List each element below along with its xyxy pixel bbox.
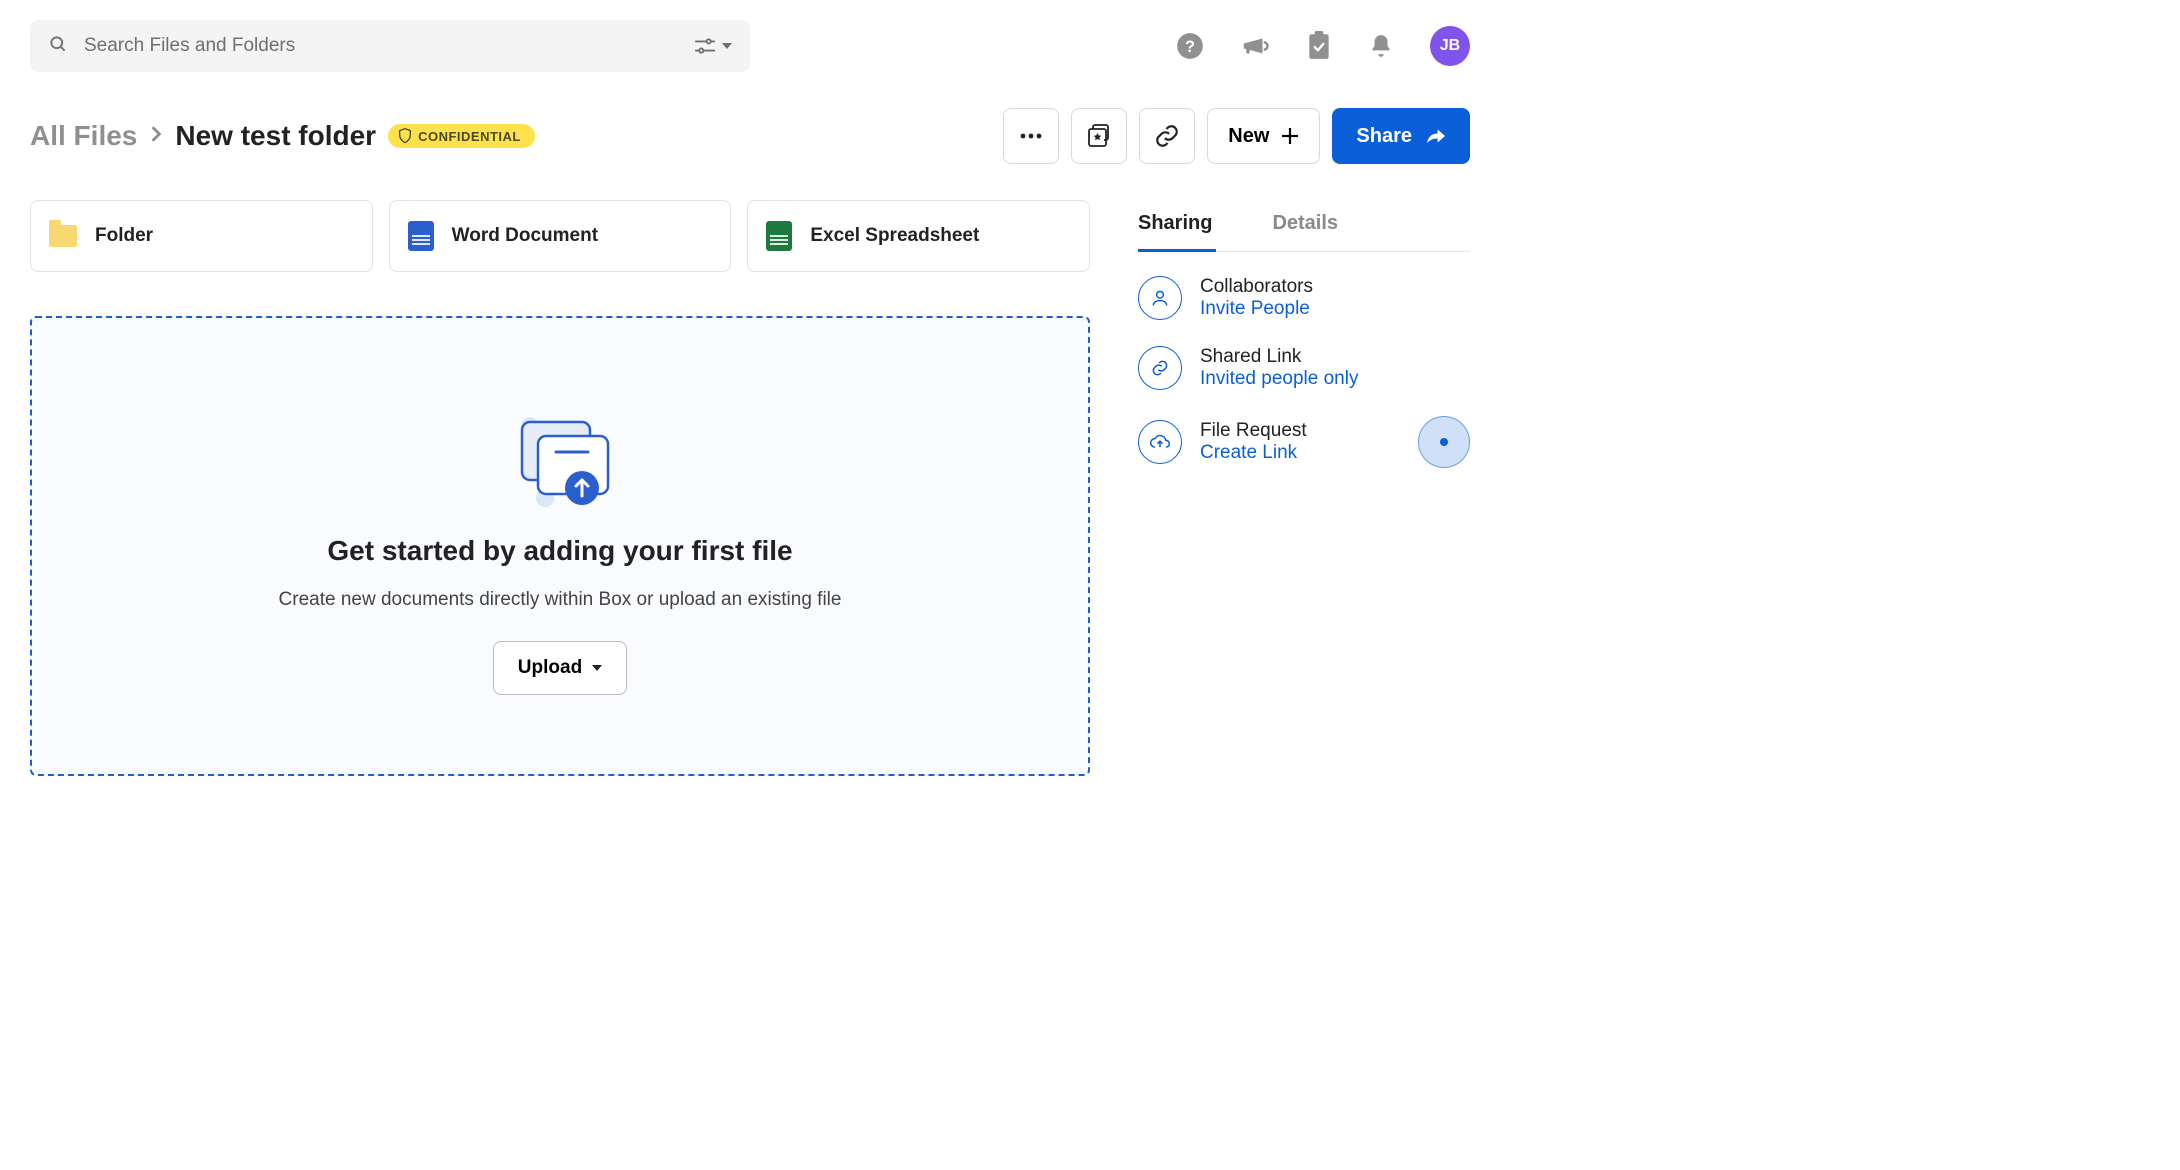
- sidebar-item-title: File Request: [1200, 420, 1307, 442]
- tab-sharing[interactable]: Sharing: [1138, 204, 1212, 251]
- shield-icon: [398, 128, 412, 144]
- link-icon: [1154, 123, 1180, 149]
- upload-illustration-icon: [500, 398, 620, 513]
- tab-details[interactable]: Details: [1272, 204, 1338, 251]
- chevron-right-icon: [149, 125, 163, 148]
- search-box[interactable]: [30, 20, 750, 72]
- template-card-folder[interactable]: Folder: [30, 200, 373, 272]
- dropzone-subtitle: Create new documents directly within Box…: [279, 589, 842, 611]
- share-button[interactable]: Share: [1332, 108, 1470, 164]
- sidebar-item-collaborators: Collaborators Invite People: [1138, 276, 1470, 320]
- invite-people-link[interactable]: Invite People: [1200, 298, 1313, 320]
- share-arrow-icon: [1426, 127, 1446, 145]
- clipboard-check-icon[interactable]: [1306, 31, 1332, 61]
- new-button-label: New: [1228, 125, 1269, 148]
- svg-text:?: ?: [1185, 38, 1195, 56]
- link-icon: [1138, 346, 1182, 390]
- template-card-label: Word Document: [452, 225, 598, 247]
- classification-badge-label: CONFIDENTIAL: [418, 129, 521, 144]
- shared-link-setting[interactable]: Invited people only: [1200, 368, 1358, 390]
- search-filter-toggle[interactable]: [694, 38, 732, 54]
- breadcrumb-current: New test folder: [175, 120, 376, 152]
- sidebar-item-shared-link: Shared Link Invited people only: [1138, 346, 1470, 390]
- excel-doc-icon: [766, 221, 792, 251]
- upload-button-label: Upload: [518, 657, 582, 679]
- classification-badge: CONFIDENTIAL: [388, 124, 535, 148]
- bell-icon[interactable]: [1368, 31, 1394, 61]
- upload-dropzone[interactable]: Get started by adding your first file Cr…: [30, 316, 1090, 776]
- folder-icon: [49, 225, 77, 247]
- template-card-word[interactable]: Word Document: [389, 200, 732, 272]
- collections-button[interactable]: [1071, 108, 1127, 164]
- ellipsis-icon: [1020, 133, 1042, 139]
- breadcrumb-root[interactable]: All Files: [30, 120, 137, 152]
- create-file-request-link[interactable]: Create Link: [1200, 442, 1307, 464]
- radio-dot-icon: [1440, 438, 1448, 446]
- template-card-label: Folder: [95, 225, 153, 247]
- chevron-down-icon: [722, 43, 732, 49]
- search-icon: [48, 34, 68, 59]
- sidebar-item-title: Shared Link: [1200, 346, 1358, 368]
- template-card-label: Excel Spreadsheet: [810, 225, 979, 247]
- plus-icon: [1281, 127, 1299, 145]
- share-link-button[interactable]: [1139, 108, 1195, 164]
- sidebar-item-file-request: File Request Create Link: [1138, 416, 1470, 468]
- more-options-button[interactable]: [1003, 108, 1059, 164]
- upload-button[interactable]: Upload: [493, 641, 627, 695]
- dropzone-title: Get started by adding your first file: [327, 535, 792, 567]
- template-card-excel[interactable]: Excel Spreadsheet: [747, 200, 1090, 272]
- new-button[interactable]: New: [1207, 108, 1320, 164]
- person-icon: [1138, 276, 1182, 320]
- megaphone-icon[interactable]: [1240, 31, 1270, 61]
- cloud-upload-icon: [1138, 420, 1182, 464]
- share-button-label: Share: [1356, 125, 1412, 148]
- help-icon[interactable]: ?: [1176, 32, 1204, 60]
- search-input[interactable]: [84, 35, 678, 57]
- file-request-toggle[interactable]: [1418, 416, 1470, 468]
- chevron-down-icon: [592, 665, 602, 671]
- word-doc-icon: [408, 221, 434, 251]
- sidebar-item-title: Collaborators: [1200, 276, 1313, 298]
- favorite-collection-icon: [1086, 123, 1112, 149]
- avatar[interactable]: JB: [1430, 26, 1470, 66]
